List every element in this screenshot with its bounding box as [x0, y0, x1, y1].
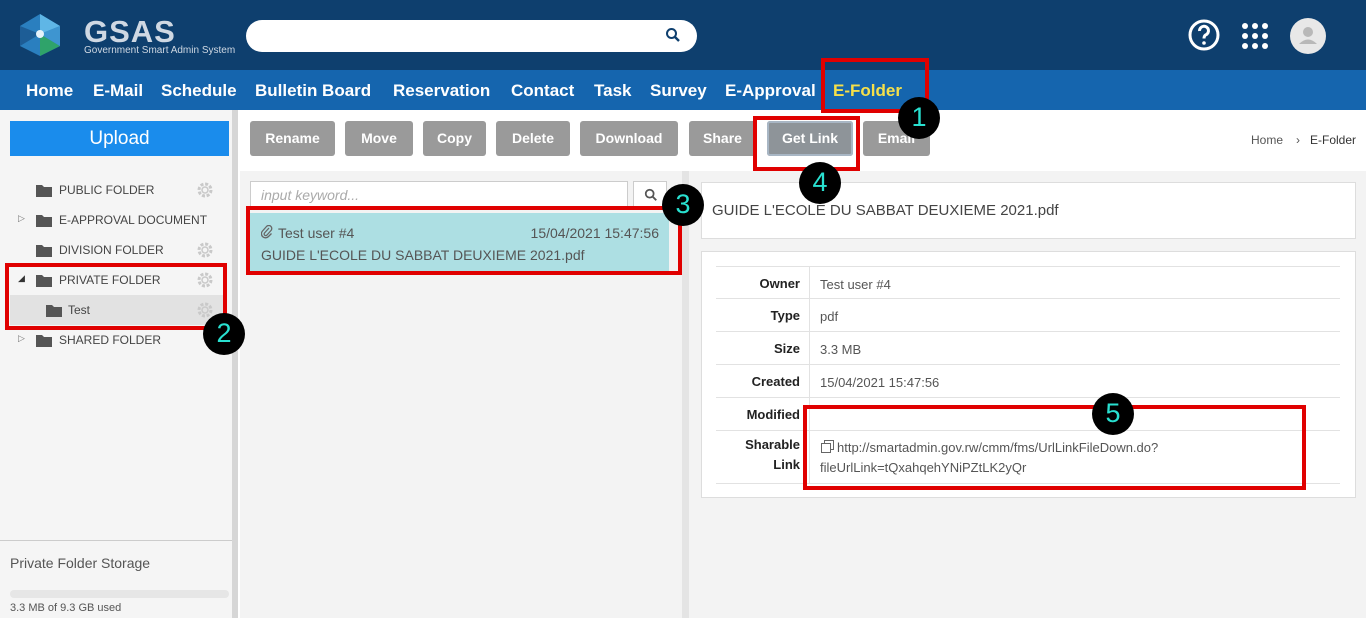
detail-label: Type	[770, 308, 800, 323]
detail-value: pdf	[820, 309, 839, 324]
annotation-badge-3: 3	[662, 184, 704, 226]
search-icon	[644, 188, 657, 201]
detail-row-size: Size 3.3 MB	[716, 332, 1340, 365]
global-search-input[interactable]	[246, 20, 697, 52]
detail-value: 3.3 MB	[820, 342, 862, 357]
grid-apps-icon[interactable]	[1241, 22, 1269, 50]
annotation-badge-5: 5	[1092, 393, 1134, 435]
main-nav: Home E-Mail Schedule Bulletin Board Rese…	[0, 70, 1366, 110]
file-search-input[interactable]: input keyword...	[250, 181, 628, 208]
share-button[interactable]: Share	[689, 121, 756, 156]
gear-icon[interactable]	[196, 241, 214, 259]
folder-icon	[36, 335, 52, 347]
search-icon[interactable]	[665, 27, 681, 43]
storage-divider	[0, 540, 232, 541]
detail-label: Owner	[759, 276, 800, 291]
folder-label: PUBLIC FOLDER	[59, 183, 155, 197]
gsas-logo[interactable]: GSAS Government Smart Admin System	[16, 12, 235, 58]
sidebar-splitter[interactable]	[232, 110, 238, 618]
detail-label: Size	[773, 341, 800, 356]
pane-splitter[interactable]	[682, 171, 689, 618]
copy-button[interactable]: Copy	[423, 121, 486, 156]
annotation-badge-2: 2	[203, 313, 245, 355]
upload-button[interactable]: Upload	[10, 121, 229, 156]
nav-schedule[interactable]: Schedule	[161, 81, 237, 101]
download-button[interactable]: Download	[580, 121, 678, 156]
detail-title-box: GUIDE L'ECOLE DU SABBAT DEUXIEME 2021.pd…	[701, 182, 1356, 239]
detail-value: 15/04/2021 15:47:56	[820, 375, 940, 390]
nav-home[interactable]: Home	[26, 81, 73, 101]
folder-division[interactable]: DIVISION FOLDER	[0, 235, 226, 265]
highlight-box-4	[753, 116, 860, 171]
delete-button[interactable]: Delete	[496, 121, 570, 156]
folder-e-approval-document[interactable]: ▷ E-APPROVAL DOCUMENT	[0, 205, 226, 235]
logo-icon	[20, 14, 60, 56]
nav-reservation[interactable]: Reservation	[393, 81, 490, 101]
folder-public[interactable]: PUBLIC FOLDER	[0, 175, 226, 205]
rename-button[interactable]: Rename	[250, 121, 335, 156]
annotation-badge-4: 4	[799, 162, 841, 204]
nav-contact[interactable]: Contact	[511, 81, 574, 101]
highlight-box-3	[246, 206, 682, 275]
folder-icon	[36, 245, 52, 257]
folder-icon	[36, 185, 52, 197]
nav-email[interactable]: E-Mail	[93, 81, 143, 101]
nav-task[interactable]: Task	[594, 81, 632, 101]
nav-bulletin-board[interactable]: Bulletin Board	[255, 81, 371, 101]
highlight-box-5	[803, 405, 1306, 490]
logo-subtitle: Government Smart Admin System	[84, 45, 236, 56]
detail-value: Test user #4	[820, 277, 891, 292]
expand-icon[interactable]: ▷	[18, 333, 25, 344]
user-avatar-icon[interactable]	[1290, 18, 1326, 54]
storage-used-text: 3.3 MB of 9.3 GB used	[10, 602, 122, 614]
breadcrumb-current: E-Folder	[1310, 133, 1357, 147]
detail-label: Sharable	[745, 437, 800, 452]
expand-icon[interactable]: ▷	[18, 213, 25, 224]
annotation-badge-1: 1	[898, 97, 940, 139]
detail-row-owner: Owner Test user #4	[716, 266, 1340, 299]
breadcrumb-home[interactable]: Home	[1251, 133, 1283, 147]
detail-row-type: Type pdf	[716, 299, 1340, 332]
folder-label: DIVISION FOLDER	[59, 243, 164, 257]
detail-row-created: Created 15/04/2021 15:47:56	[716, 365, 1340, 398]
storage-progress-bar	[10, 590, 229, 598]
detail-label: Modified	[746, 407, 800, 422]
breadcrumb-separator: ›	[1296, 133, 1300, 147]
detail-file-title: GUIDE L'ECOLE DU SABBAT DEUXIEME 2021.pd…	[712, 202, 1059, 219]
help-circle-icon[interactable]	[1187, 18, 1221, 52]
move-button[interactable]: Move	[345, 121, 413, 156]
folder-label: E-APPROVAL DOCUMENT	[59, 213, 208, 227]
folder-label: SHARED FOLDER	[59, 333, 162, 347]
nav-survey[interactable]: Survey	[650, 81, 707, 101]
highlight-box-2	[5, 263, 227, 330]
top-bar: GSAS Government Smart Admin System	[0, 0, 1366, 70]
detail-label: Created	[751, 374, 800, 389]
storage-title: Private Folder Storage	[10, 555, 151, 571]
gear-icon[interactable]	[196, 181, 214, 199]
folder-icon	[36, 215, 52, 227]
nav-e-approval[interactable]: E-Approval	[725, 81, 816, 101]
detail-label: Link	[773, 457, 800, 472]
